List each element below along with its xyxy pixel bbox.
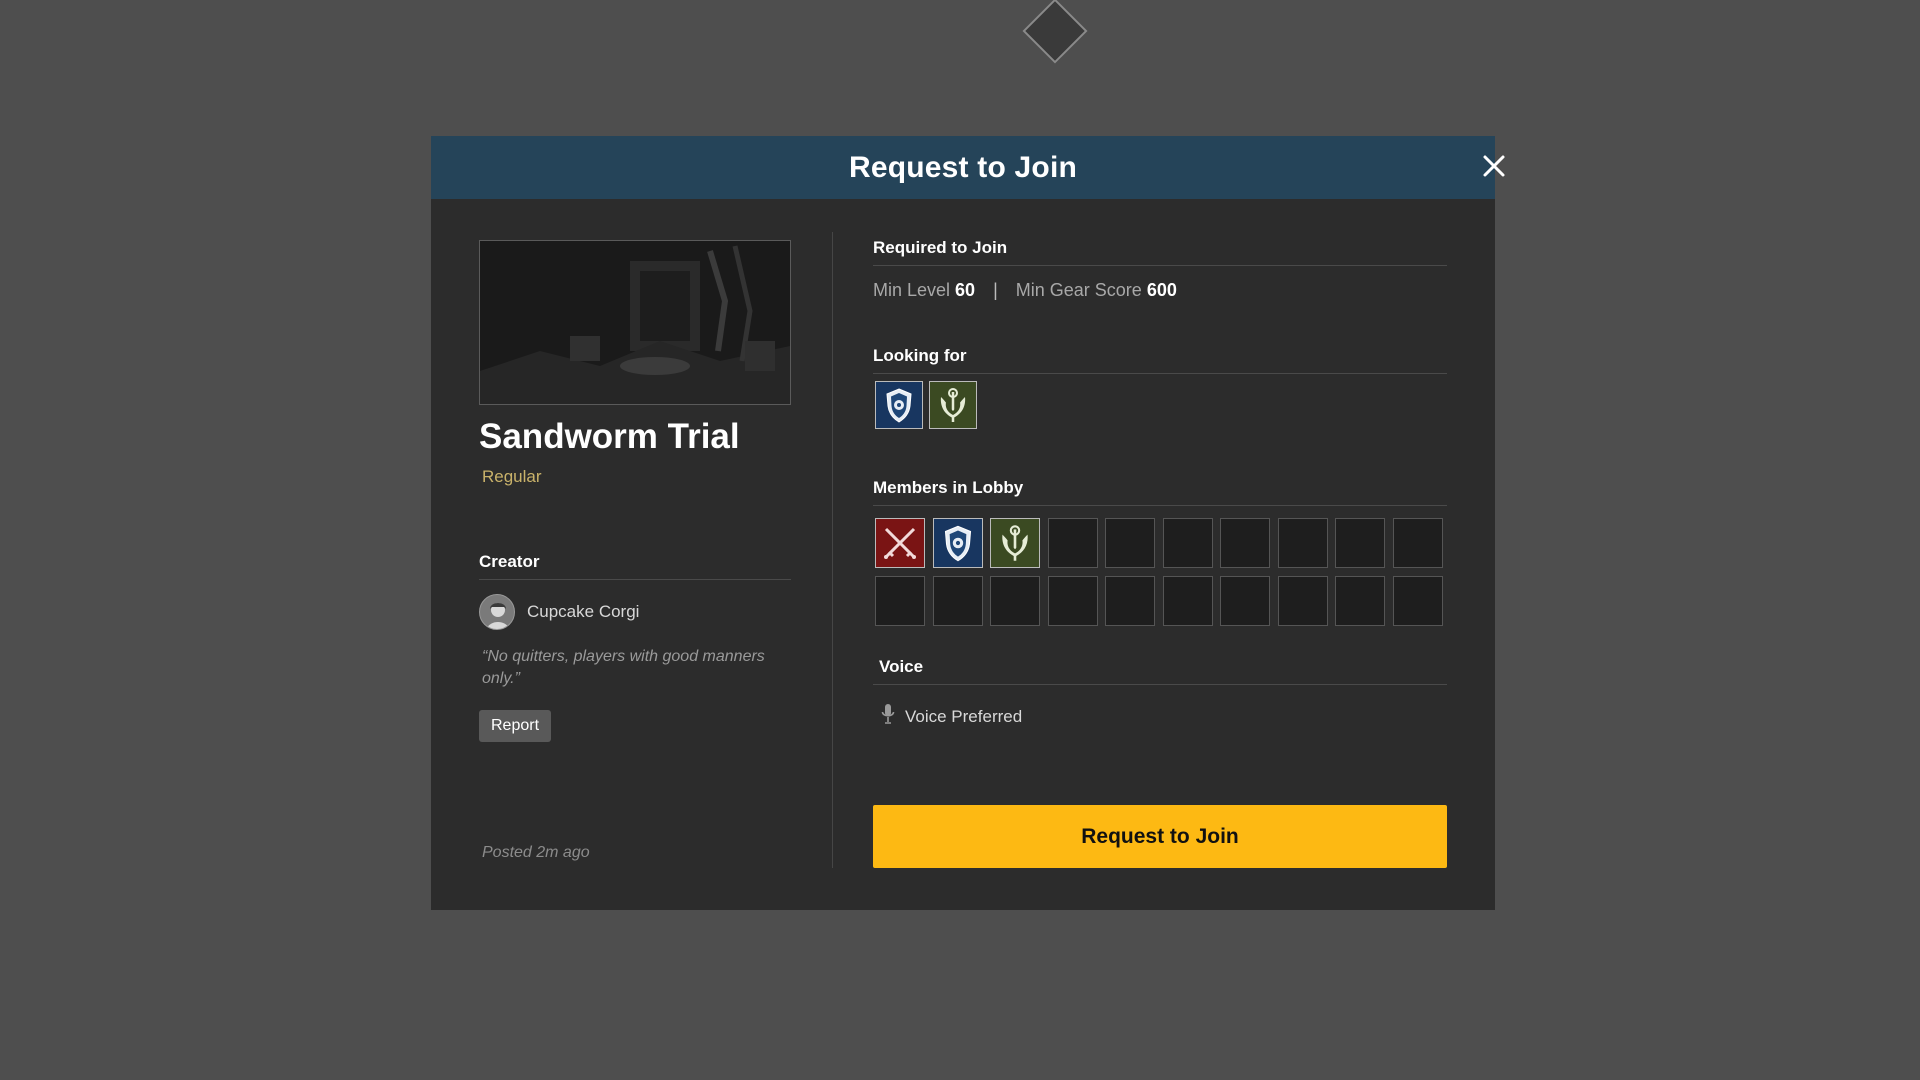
looking-for-section: Looking for — [873, 346, 1447, 429]
voice-value: Voice Preferred — [905, 706, 1023, 726]
request-to-join-modal: Request to Join Sandworm Trial Regular C… — [431, 136, 1495, 910]
tank-icon — [875, 381, 923, 429]
avatar[interactable] — [479, 594, 515, 630]
activity-panel: Sandworm Trial Regular — [479, 240, 791, 487]
creator-label: Creator — [479, 552, 791, 580]
healer-icon[interactable] — [990, 518, 1040, 568]
modal-header: Request to Join — [431, 136, 1495, 199]
requirements-section: Required to Join Min Level 60 | Min Gear… — [873, 238, 1447, 301]
microphone-icon — [881, 703, 895, 730]
request-to-join-button[interactable]: Request to Join — [873, 805, 1447, 868]
voice-row: Voice Preferred — [881, 703, 1447, 730]
min-level-label: Min Level — [873, 280, 951, 300]
lobby-label: Members in Lobby — [873, 478, 1447, 506]
activity-name: Sandworm Trial — [479, 417, 740, 456]
empty-lobby-slot — [1220, 518, 1270, 568]
empty-lobby-slot — [1392, 518, 1443, 568]
empty-lobby-slot — [875, 576, 925, 626]
empty-lobby-slot — [1105, 576, 1155, 626]
empty-lobby-slot — [1277, 518, 1328, 568]
close-button[interactable] — [1022, 0, 1088, 64]
voice-label: Voice — [873, 657, 1447, 685]
empty-lobby-slot — [932, 576, 983, 626]
creator-row: Cupcake Corgi — [479, 594, 791, 630]
modal-title: Request to Join — [848, 150, 1077, 184]
empty-lobby-slot — [1162, 576, 1213, 626]
report-button[interactable]: Report — [479, 710, 552, 742]
activity-thumbnail — [479, 240, 791, 405]
empty-lobby-slot — [1335, 576, 1385, 626]
min-gear-label: Min Gear Score — [1015, 280, 1142, 300]
empty-lobby-slot — [1277, 576, 1328, 626]
requirements-separator: | — [993, 280, 998, 300]
min-gear-value: 600 — [1146, 280, 1177, 300]
creator-note: “No quitters, players with good manners … — [482, 648, 765, 687]
empty-lobby-slot — [1047, 518, 1098, 568]
looking-for-label: Looking for — [873, 346, 1447, 374]
lobby-grid — [875, 518, 1447, 626]
posted-time: Posted 2m ago — [482, 844, 590, 861]
looking-for-roles — [875, 381, 1447, 429]
column-divider — [832, 232, 833, 868]
empty-lobby-slot — [990, 576, 1040, 626]
voice-section: Voice Voice Preferred — [873, 657, 1447, 730]
tank-icon[interactable] — [932, 518, 983, 568]
empty-lobby-slot — [1105, 518, 1155, 568]
empty-lobby-slot — [1392, 576, 1443, 626]
empty-lobby-slot — [1220, 576, 1270, 626]
creator-name: Cupcake Corgi — [527, 602, 640, 621]
requirements-label: Required to Join — [873, 238, 1447, 266]
empty-lobby-slot — [1162, 518, 1213, 568]
requirements-line: Min Level 60 | Min Gear Score 600 — [873, 280, 1447, 301]
healer-icon — [929, 381, 977, 429]
dps-icon[interactable] — [875, 518, 925, 568]
empty-lobby-slot — [1047, 576, 1098, 626]
creator-section: Creator Cupcake Corgi “No quitters, play… — [479, 552, 791, 742]
empty-lobby-slot — [1335, 518, 1385, 568]
min-level-value: 60 — [955, 280, 976, 300]
activity-difficulty: Regular — [482, 467, 542, 486]
lobby-section: Members in Lobby — [873, 478, 1447, 626]
